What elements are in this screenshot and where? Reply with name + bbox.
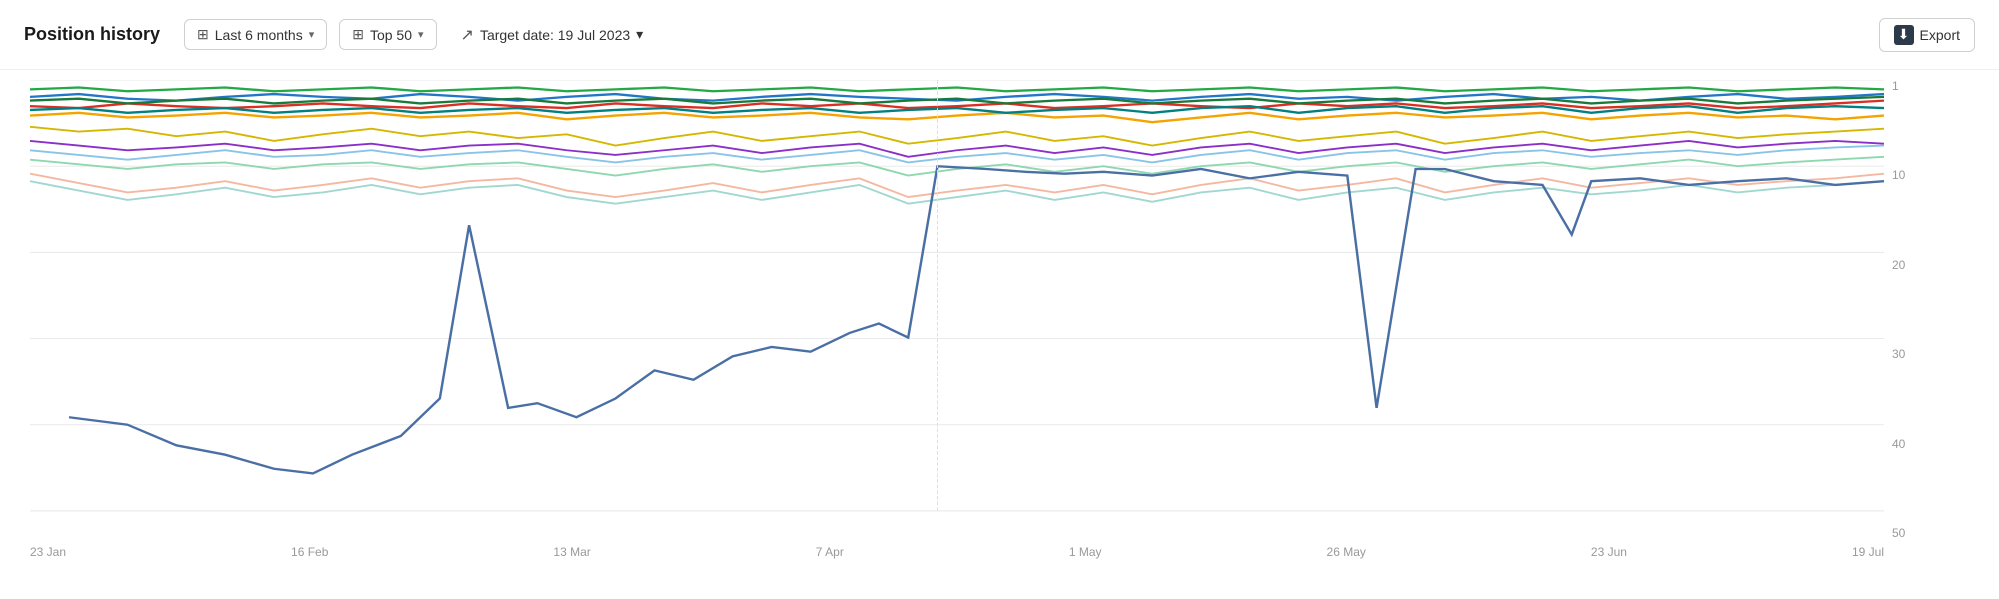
x-label-apr: 7 Apr [816,545,844,559]
page-title: Position history [24,24,160,45]
last6months-label: Last 6 months [215,27,303,43]
y-label-30: 30 [1892,348,1939,360]
last6months-button[interactable]: ⊞ Last 6 months ▾ [184,19,327,50]
chart-inner: 1 10 20 30 40 50 23 Jan 16 Feb 13 Mar 7 … [30,80,1939,559]
y-label-50: 50 [1892,527,1939,539]
x-label-jan: 23 Jan [30,545,66,559]
trend-icon: ↗ [461,25,474,45]
y-label-10: 10 [1892,169,1939,181]
x-label-jun: 23 Jun [1591,545,1627,559]
chevron-down-icon-2: ▾ [418,28,424,41]
target-date-label: Target date: 19 Jul 2023 [480,27,630,43]
toolbar: Position history ⊞ Last 6 months ▾ ⊞ Top… [0,0,1999,70]
y-axis-labels: 1 10 20 30 40 50 [1884,80,1939,559]
x-label-jul: 19 Jul [1852,545,1884,559]
table-icon: ⊞ [352,26,364,43]
export-label: Export [1920,27,1960,43]
x-label-may1: 1 May [1069,545,1102,559]
y-label-1: 1 [1892,80,1939,92]
export-button[interactable]: ⬇ Export [1879,18,1975,52]
position-history-chart [30,80,1884,539]
x-label-may26: 26 May [1327,545,1366,559]
export-icon: ⬇ [1894,25,1914,45]
x-axis-labels: 23 Jan 16 Feb 13 Mar 7 Apr 1 May 26 May … [30,539,1884,559]
y-label-40: 40 [1892,438,1939,450]
page-container: Position history ⊞ Last 6 months ▾ ⊞ Top… [0,0,1999,599]
top50-button[interactable]: ⊞ Top 50 ▾ [339,19,436,50]
chevron-down-icon-3: ▾ [636,26,643,43]
calendar-icon: ⊞ [197,26,209,43]
target-date-button[interactable]: ↗ Target date: 19 Jul 2023 ▾ [449,19,656,51]
top50-label: Top 50 [370,27,412,43]
x-label-mar: 13 Mar [553,545,590,559]
y-label-20: 20 [1892,259,1939,271]
chart-area: 1 10 20 30 40 50 23 Jan 16 Feb 13 Mar 7 … [0,70,1999,599]
x-label-feb: 16 Feb [291,545,328,559]
chevron-down-icon: ▾ [309,28,315,41]
